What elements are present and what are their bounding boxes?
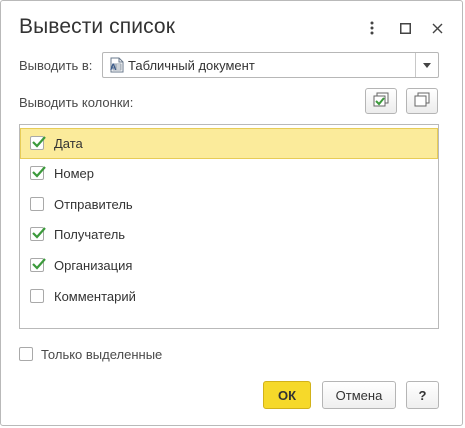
columns-list: Дата Номер Отправитель Получатель Органи…	[19, 124, 439, 329]
output-select-value: Табличный документ	[128, 58, 255, 73]
list-item-label: Дата	[54, 136, 83, 151]
check-all-button[interactable]	[365, 88, 397, 114]
checkbox[interactable]	[30, 258, 46, 272]
close-icon[interactable]	[426, 17, 448, 39]
output-select[interactable]: A Табличный документ	[102, 52, 439, 78]
list-item[interactable]: Получатель	[20, 219, 438, 250]
list-item[interactable]: Организация	[20, 250, 438, 281]
dropdown-button[interactable]	[415, 53, 438, 77]
output-label: Выводить в:	[19, 58, 93, 73]
list-item[interactable]: Комментарий	[20, 281, 438, 312]
chevron-down-icon	[423, 62, 431, 68]
check-all-icon	[372, 92, 390, 111]
checkbox[interactable]	[30, 197, 44, 211]
checkbox[interactable]	[30, 289, 44, 303]
list-item-label: Получатель	[54, 227, 126, 242]
dialog-title: Вывести список	[19, 15, 175, 38]
help-button[interactable]: ?	[406, 381, 439, 409]
maximize-icon[interactable]	[394, 17, 416, 39]
list-item-label: Отправитель	[54, 197, 133, 212]
columns-label: Выводить колонки:	[19, 95, 134, 110]
uncheck-all-icon	[413, 92, 431, 111]
dialog-window: Вывести список Выводить в: A Табличный д…	[0, 0, 463, 426]
only-selected-checkbox[interactable]	[19, 347, 33, 361]
spreadsheet-document-icon: A	[109, 57, 125, 76]
list-item-label: Организация	[54, 258, 133, 273]
cancel-button[interactable]: Отмена	[322, 381, 396, 409]
checkbox[interactable]	[30, 136, 46, 150]
ok-button[interactable]: ОК	[263, 381, 311, 409]
list-item[interactable]: Дата	[20, 128, 438, 159]
svg-text:A: A	[110, 62, 117, 72]
checkbox[interactable]	[30, 227, 46, 241]
uncheck-all-button[interactable]	[406, 88, 438, 114]
more-vertical-icon[interactable]	[361, 17, 383, 39]
only-selected-option[interactable]: Только выделенные	[19, 347, 179, 363]
only-selected-label: Только выделенные	[41, 347, 163, 362]
list-item[interactable]: Отправитель	[20, 189, 438, 220]
list-item[interactable]: Номер	[20, 158, 438, 189]
list-item-label: Комментарий	[54, 289, 136, 304]
checkbox[interactable]	[30, 166, 46, 180]
list-item-label: Номер	[54, 166, 95, 181]
